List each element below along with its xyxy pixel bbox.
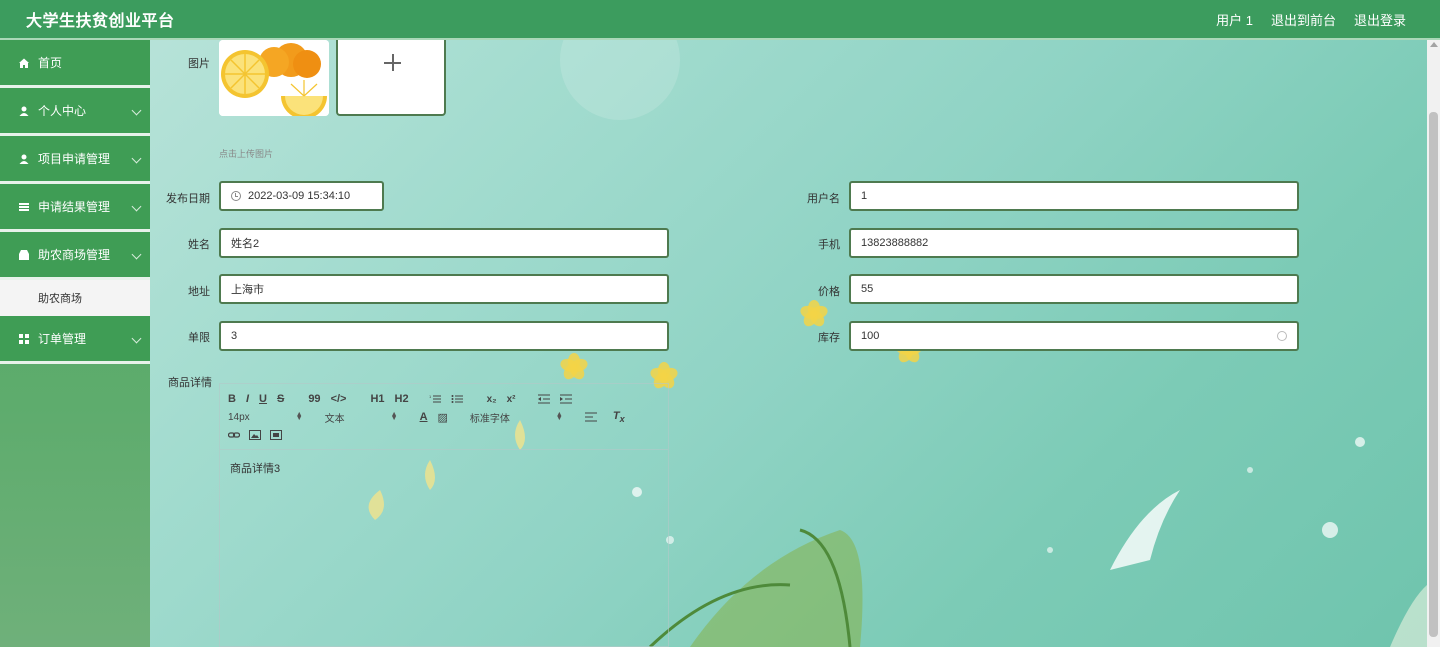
username-value: 1 bbox=[861, 190, 868, 202]
limit-field[interactable]: 3 bbox=[219, 321, 669, 351]
font-color-icon[interactable]: A bbox=[420, 411, 428, 423]
svg-text:1: 1 bbox=[429, 394, 432, 399]
phone-value: 13823888882 bbox=[861, 237, 929, 249]
limit-label: 单限 bbox=[188, 332, 210, 344]
code-block-button[interactable]: </> bbox=[331, 393, 347, 405]
sidebar-item-home[interactable]: 首页 bbox=[0, 40, 150, 88]
name-value: 姓名2 bbox=[231, 238, 260, 250]
upload-hint: 点击上传图片 bbox=[219, 149, 274, 159]
chevron-down-icon bbox=[131, 153, 142, 164]
indent-icon[interactable] bbox=[559, 394, 572, 404]
sidebar: 首页 个人中心 项目申请管理 申请结果管理 助农商场管理 助农商场 订单管理 bbox=[0, 40, 150, 647]
back-to-front-link[interactable]: 退出到前台 bbox=[1271, 10, 1336, 29]
sidebar-item-label: 订单管理 bbox=[38, 332, 87, 346]
price-field[interactable]: 55 bbox=[849, 274, 1299, 304]
address-value: 上海市 bbox=[231, 284, 264, 296]
publish-date-value: 2022-03-09 15:34:10 bbox=[248, 190, 351, 202]
sidebar-item-label: 项目申请管理 bbox=[38, 152, 111, 166]
editor-toolbar: B I U S 99 </> H1 H2 1 x₂ x² 14px ▲ ▼ 文本 ▲ ▼… bbox=[220, 384, 668, 450]
stock-field[interactable]: 100 bbox=[849, 321, 1299, 351]
user-icon bbox=[19, 106, 29, 116]
bold-button[interactable]: B bbox=[228, 393, 236, 405]
detail-label: 商品详情 bbox=[168, 377, 212, 389]
select-arrows-icon: ▲ ▼ bbox=[390, 411, 398, 422]
sidebar-item-application-result[interactable]: 申请结果管理 bbox=[0, 184, 150, 232]
image-label: 图片 bbox=[188, 58, 210, 70]
sidebar-item-personal-center[interactable]: 个人中心 bbox=[0, 88, 150, 136]
chevron-down-icon bbox=[131, 105, 142, 116]
address-label: 地址 bbox=[188, 286, 210, 298]
phone-field[interactable]: 13823888882 bbox=[849, 228, 1299, 258]
current-user[interactable]: 用户 1 bbox=[1216, 10, 1253, 29]
sidebar-item-label: 助农商场管理 bbox=[38, 248, 111, 262]
sidebar-item-mall-management[interactable]: 助农商场管理 bbox=[0, 232, 150, 280]
bullet-list-icon[interactable] bbox=[451, 394, 463, 404]
name-label: 姓名 bbox=[188, 239, 210, 251]
heading1-button[interactable]: H1 bbox=[370, 393, 384, 405]
stock-value: 100 bbox=[861, 330, 880, 342]
italic-button[interactable]: I bbox=[246, 393, 249, 405]
limit-value: 3 bbox=[231, 330, 238, 342]
link-icon[interactable] bbox=[228, 430, 240, 440]
sidebar-subitem-label: 助农商场 bbox=[38, 293, 82, 305]
editor-content[interactable]: 商品详情3 bbox=[220, 450, 668, 486]
chevron-down-icon bbox=[131, 333, 142, 344]
shop-icon bbox=[19, 249, 29, 260]
video-icon[interactable] bbox=[270, 430, 282, 440]
outdent-icon[interactable] bbox=[537, 394, 550, 404]
sidebar-item-order-management[interactable]: 订单管理 bbox=[0, 316, 150, 364]
orange-image bbox=[219, 40, 329, 116]
sidebar-item-label: 申请结果管理 bbox=[38, 200, 111, 214]
clear-icon[interactable] bbox=[1277, 331, 1287, 341]
subscript-icon[interactable]: x₂ bbox=[487, 394, 497, 405]
strike-button[interactable]: S bbox=[277, 393, 284, 405]
image-icon[interactable] bbox=[249, 430, 261, 440]
clear-format-icon[interactable]: Tx bbox=[613, 410, 625, 424]
publish-date-label: 发布日期 bbox=[166, 193, 210, 205]
font-size-select[interactable]: 14px ▲ ▼ bbox=[228, 411, 303, 423]
stack-icon bbox=[19, 202, 29, 211]
ordered-list-icon[interactable]: 1 bbox=[429, 394, 441, 404]
price-label: 价格 bbox=[818, 286, 840, 298]
font-family-select[interactable]: 标准字体 ▲ ▼ bbox=[470, 410, 563, 425]
superscript-icon[interactable]: x² bbox=[507, 394, 516, 405]
align-icon[interactable] bbox=[584, 412, 597, 422]
top-right-links: 用户 1 退出到前台 退出登录 bbox=[1216, 10, 1406, 29]
brand-title: 大学生扶贫创业平台 bbox=[26, 13, 175, 30]
sidebar-item-label: 个人中心 bbox=[38, 104, 87, 118]
price-value: 55 bbox=[861, 283, 874, 295]
sidebar-item-label: 首页 bbox=[38, 56, 63, 70]
sidebar-item-project-application[interactable]: 项目申请管理 bbox=[0, 136, 150, 184]
chevron-down-icon bbox=[131, 201, 142, 212]
select-arrows-icon: ▲ ▼ bbox=[295, 411, 303, 422]
clock-icon bbox=[231, 191, 241, 201]
user-icon bbox=[19, 154, 29, 164]
rich-text-editor: B I U S 99 </> H1 H2 1 x₂ x² 14px ▲ ▼ 文本 ▲ ▼… bbox=[219, 383, 669, 647]
chevron-down-icon bbox=[131, 249, 142, 260]
scrollbar-thumb[interactable] bbox=[1429, 112, 1438, 637]
scroll-up-icon[interactable] bbox=[1430, 42, 1438, 47]
username-field[interactable]: 1 bbox=[849, 181, 1299, 211]
text-style-select[interactable]: 文本 ▲ ▼ bbox=[325, 410, 398, 425]
top-bar: 大学生扶贫创业平台 用户 1 退出到前台 退出登录 bbox=[0, 0, 1440, 40]
background-color-icon[interactable]: ▨ bbox=[438, 411, 448, 424]
product-image-thumbnail[interactable] bbox=[219, 40, 329, 116]
stock-label: 库存 bbox=[818, 332, 840, 344]
select-arrows-icon: ▲ ▼ bbox=[555, 411, 563, 422]
address-field[interactable]: 上海市 bbox=[219, 274, 669, 304]
home-icon bbox=[19, 58, 29, 68]
vertical-scrollbar[interactable] bbox=[1427, 40, 1440, 647]
heading2-button[interactable]: H2 bbox=[395, 393, 409, 405]
blockquote-button[interactable]: 99 bbox=[308, 393, 320, 405]
name-field[interactable]: 姓名2 bbox=[219, 228, 669, 258]
editor-content-text: 商品详情3 bbox=[230, 463, 281, 475]
username-label: 用户名 bbox=[807, 193, 840, 205]
underline-button[interactable]: U bbox=[259, 393, 267, 405]
logout-link[interactable]: 退出登录 bbox=[1354, 10, 1406, 29]
grid-icon bbox=[19, 333, 29, 344]
publish-date-field[interactable]: 2022-03-09 15:34:10 bbox=[219, 181, 384, 211]
phone-label: 手机 bbox=[818, 239, 840, 251]
sidebar-subitem-mall[interactable]: 助农商场 bbox=[0, 280, 150, 316]
